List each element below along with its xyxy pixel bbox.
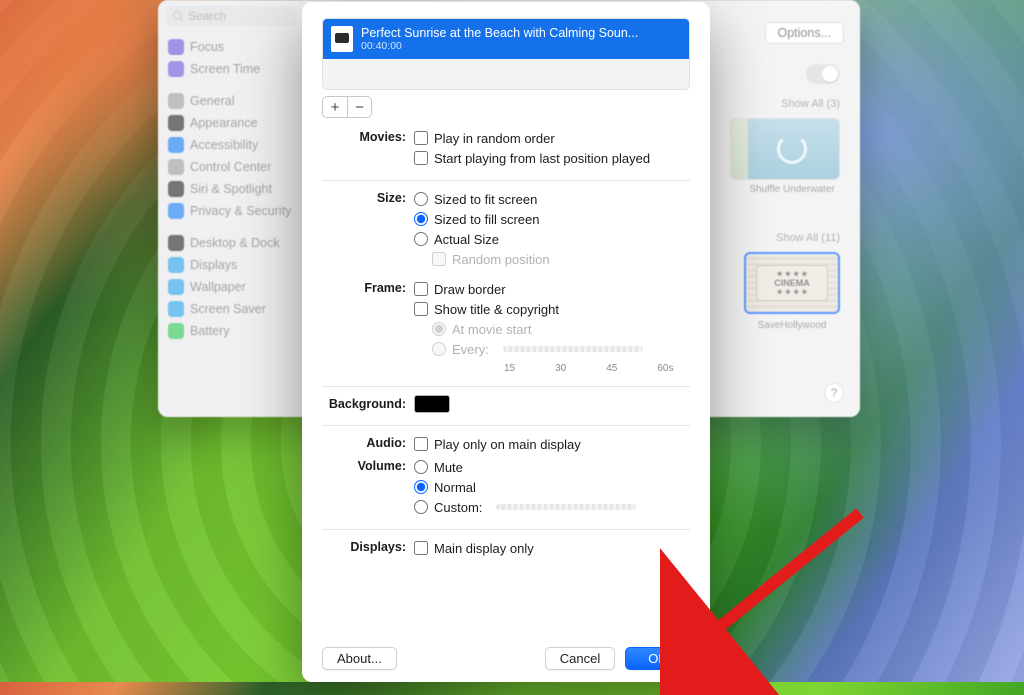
- sidebar-item-battery[interactable]: Battery: [166, 320, 296, 342]
- frame-label: Frame:: [322, 279, 414, 295]
- size-fit-radio[interactable]: Sized to fit screen: [414, 189, 690, 209]
- random-position-checkbox: Random position: [432, 249, 690, 269]
- at-movie-start-radio: At movie start: [432, 319, 690, 339]
- options-button[interactable]: Options...: [765, 22, 845, 44]
- tick-label: 30: [555, 363, 566, 374]
- sidebar-icon: [168, 181, 184, 197]
- ok-button[interactable]: OK: [625, 647, 690, 670]
- sidebar-item-focus[interactable]: Focus: [166, 36, 296, 58]
- sidebar-item-label: Battery: [190, 324, 230, 338]
- interval-slider: [503, 346, 643, 352]
- sidebar-item-screen-saver[interactable]: Screen Saver: [166, 298, 296, 320]
- sidebar-item-wallpaper[interactable]: Wallpaper: [166, 276, 296, 298]
- sidebar-icon: [168, 235, 184, 251]
- show-title-checkbox[interactable]: Show title & copyright: [414, 299, 690, 319]
- size-label: Size:: [322, 189, 414, 205]
- sidebar-item-label: General: [190, 94, 234, 108]
- audio-label: Audio:: [322, 434, 414, 450]
- sidebar-icon: [168, 301, 184, 317]
- volume-normal-radio[interactable]: Normal: [414, 477, 690, 497]
- main-display-only-checkbox[interactable]: Main display only: [414, 538, 690, 558]
- sidebar-item-desktop-dock[interactable]: Desktop & Dock: [166, 232, 296, 254]
- audio-main-display-checkbox[interactable]: Play only on main display: [414, 434, 690, 454]
- movie-list[interactable]: Perfect Sunrise at the Beach with Calmin…: [322, 18, 690, 90]
- show-all-link-2[interactable]: Show All (11): [776, 232, 840, 244]
- volume-custom-radio[interactable]: Custom:: [414, 497, 690, 517]
- sidebar-item-accessibility[interactable]: Accessibility: [166, 134, 296, 156]
- movie-duration: 00:40:00: [361, 40, 638, 52]
- cancel-button[interactable]: Cancel: [545, 647, 615, 670]
- screensaver-toggle[interactable]: [806, 64, 840, 84]
- displays-label: Displays:: [322, 538, 414, 554]
- random-order-checkbox[interactable]: Play in random order: [414, 128, 690, 148]
- movies-label: Movies:: [322, 128, 414, 144]
- volume-mute-radio[interactable]: Mute: [414, 457, 690, 477]
- screensaver-thumb-savehollywood[interactable]: ★ ★ ★ ★ CINEMA ★ ★ ★ ★: [744, 252, 840, 314]
- sidebar-item-control-center[interactable]: Control Center: [166, 156, 296, 178]
- sidebar-item-general[interactable]: General: [166, 90, 296, 112]
- sidebar-item-label: Screen Saver: [190, 302, 266, 316]
- sidebar-item-siri-spotlight[interactable]: Siri & Spotlight: [166, 178, 296, 200]
- sidebar-icon: [168, 39, 184, 55]
- search-input[interactable]: Search: [166, 6, 296, 26]
- sidebar-item-privacy-security[interactable]: Privacy & Security: [166, 200, 296, 222]
- add-movie-button[interactable]: +: [323, 97, 347, 117]
- background-label: Background:: [322, 395, 414, 411]
- sidebar-item-label: Accessibility: [190, 138, 258, 152]
- sidebar-icon: [168, 137, 184, 153]
- remove-movie-button[interactable]: −: [347, 97, 371, 117]
- sidebar-item-label: Displays: [190, 258, 237, 272]
- sidebar-item-label: Focus: [190, 40, 224, 54]
- sidebar-icon: [168, 257, 184, 273]
- volume-label: Volume:: [322, 457, 414, 473]
- sidebar-item-label: Appearance: [190, 116, 257, 130]
- movie-list-empty-area[interactable]: [323, 59, 689, 90]
- sidebar-icon: [168, 93, 184, 109]
- sidebar-item-label: Wallpaper: [190, 280, 246, 294]
- sidebar-icon: [168, 159, 184, 175]
- sidebar-icon: [168, 323, 184, 339]
- every-radio: Every:: [432, 339, 690, 359]
- about-button[interactable]: About...: [322, 647, 397, 670]
- volume-slider[interactable]: [496, 504, 636, 510]
- sidebar-icon: [168, 279, 184, 295]
- search-icon: [172, 10, 184, 22]
- sidebar-item-label: Desktop & Dock: [190, 236, 280, 250]
- draw-border-checkbox[interactable]: Draw border: [414, 279, 690, 299]
- savehollywood-options-sheet: Perfect Sunrise at the Beach with Calmin…: [302, 2, 710, 682]
- thumb-label-2: SaveHollywood: [744, 320, 840, 331]
- sidebar-item-label: Siri & Spotlight: [190, 182, 272, 196]
- settings-sidebar: Search Focus Screen Time General Appearanc…: [158, 0, 304, 417]
- screensaver-thumb-underwater[interactable]: [744, 118, 840, 180]
- movie-list-item[interactable]: Perfect Sunrise at the Beach with Calmin…: [323, 19, 689, 59]
- tick-label: 45: [606, 363, 617, 374]
- refresh-icon: [777, 134, 807, 164]
- sidebar-item-appearance[interactable]: Appearance: [166, 112, 296, 134]
- size-fill-radio[interactable]: Sized to fill screen: [414, 209, 690, 229]
- sidebar-item-screen-time[interactable]: Screen Time: [166, 58, 296, 80]
- sidebar-icon: [168, 115, 184, 131]
- tick-label: 15: [504, 363, 515, 374]
- sidebar-icon: [168, 61, 184, 77]
- cinema-ticket-icon: ★ ★ ★ ★ CINEMA ★ ★ ★ ★: [756, 265, 828, 301]
- search-placeholder: Search: [188, 9, 226, 23]
- help-button[interactable]: ?: [824, 383, 844, 403]
- thumb-label: Shuffle Underwater: [744, 184, 840, 195]
- movie-title: Perfect Sunrise at the Beach with Calmin…: [361, 26, 638, 40]
- sidebar-icon: [168, 203, 184, 219]
- sidebar-item-label: Control Center: [190, 160, 271, 174]
- movie-file-icon: [331, 26, 353, 52]
- sidebar-item-label: Screen Time: [190, 62, 260, 76]
- tick-label: 60s: [657, 363, 673, 374]
- sidebar-item-label: Privacy & Security: [190, 204, 291, 218]
- add-remove-buttons: + −: [322, 96, 372, 118]
- background-color-well[interactable]: [414, 395, 450, 413]
- sidebar-item-displays[interactable]: Displays: [166, 254, 296, 276]
- size-actual-radio[interactable]: Actual Size: [414, 229, 690, 249]
- resume-checkbox[interactable]: Start playing from last position played: [414, 148, 690, 168]
- screensaver-thumb-partial[interactable]: [730, 118, 748, 180]
- show-all-link[interactable]: Show All (3): [781, 98, 840, 110]
